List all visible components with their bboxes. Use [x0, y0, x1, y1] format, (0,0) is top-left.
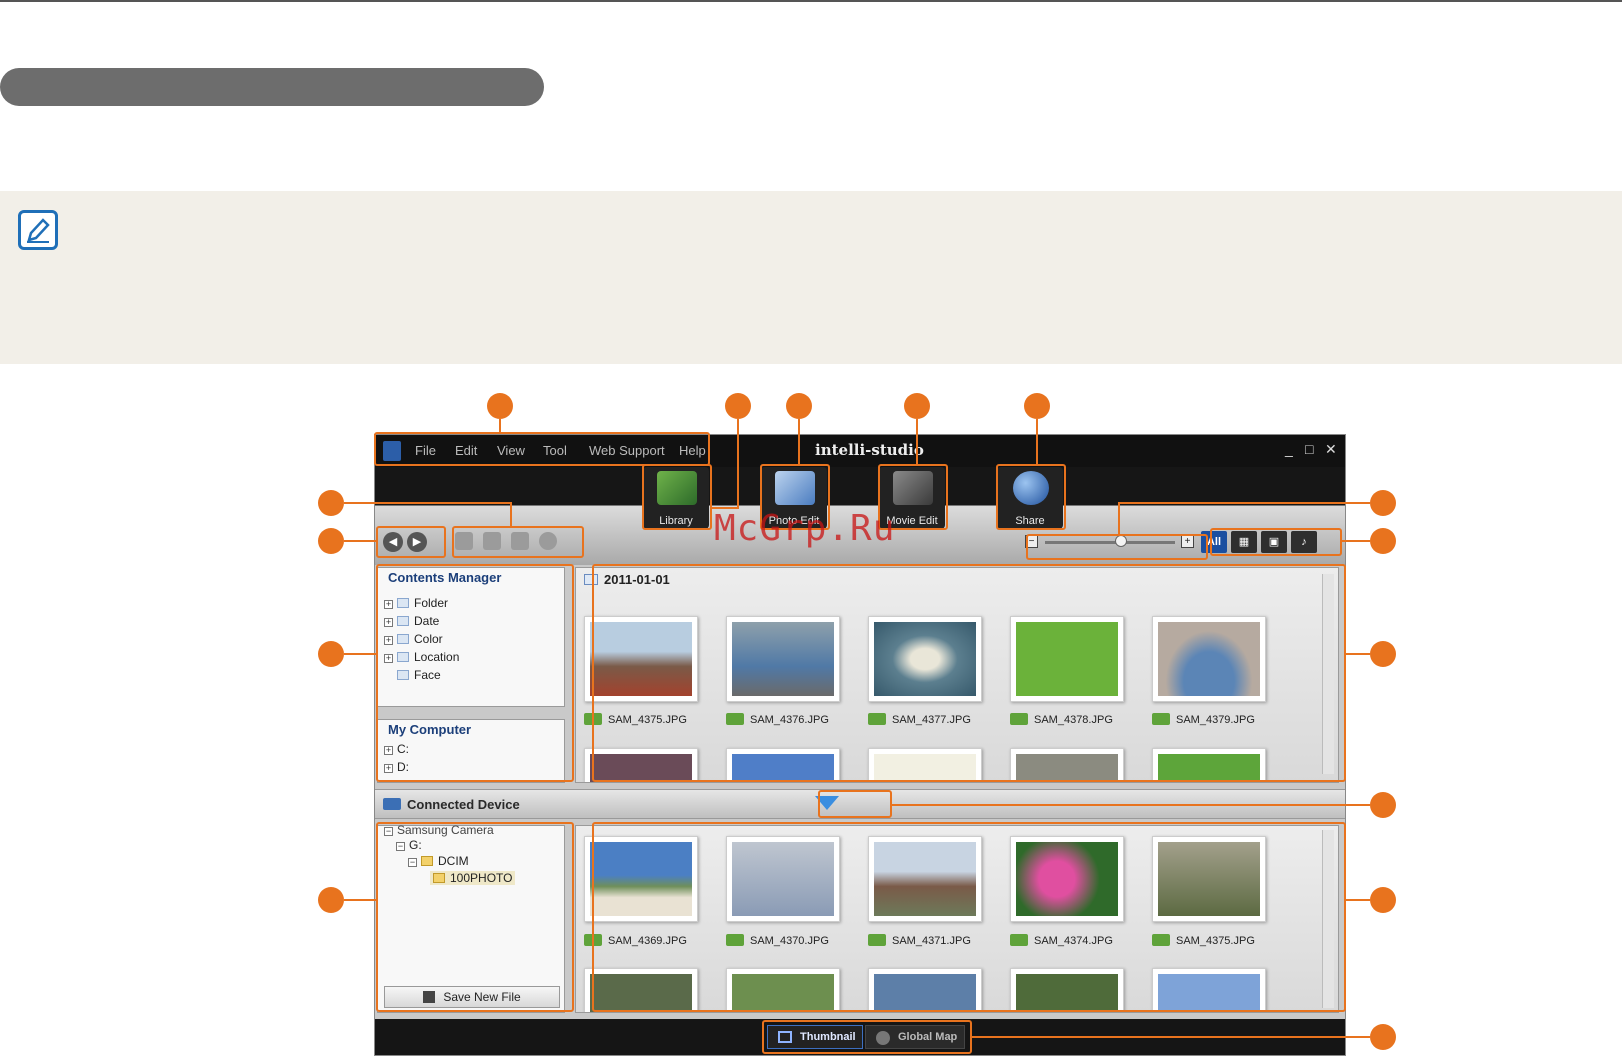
callout-line: [916, 419, 918, 464]
maximize-button[interactable]: □: [1305, 441, 1313, 457]
callout-box-tools: [452, 526, 584, 558]
callout-12: [1370, 641, 1396, 667]
callout-line: [1344, 653, 1370, 655]
callout-7: [318, 528, 344, 554]
callout-line: [510, 502, 512, 526]
callout-11: [1370, 528, 1396, 554]
note-box: [0, 191, 1622, 364]
close-button[interactable]: ✕: [1325, 441, 1337, 458]
callout-1: [487, 393, 513, 419]
callout-box-library: [642, 464, 712, 530]
callout-10: [1370, 490, 1396, 516]
app-title: intelli-studio: [815, 441, 924, 459]
callout-line: [890, 804, 1370, 806]
callout-box-library-gallery: [592, 564, 1346, 782]
callout-6: [318, 490, 344, 516]
callout-box-navigation: [376, 526, 446, 558]
callout-13: [1370, 792, 1396, 818]
callout-2: [725, 393, 751, 419]
callout-box-view-tabs: [762, 1020, 972, 1054]
callout-box-zoom: [1026, 534, 1208, 560]
callout-4: [904, 393, 930, 419]
callout-15: [1370, 1024, 1396, 1050]
callout-line: [344, 540, 376, 542]
note-pencil-icon: [18, 210, 58, 250]
callout-box-collapse: [818, 790, 892, 818]
callout-box-share: [996, 464, 1066, 530]
callout-9: [318, 887, 344, 913]
callout-box-filters: [1210, 528, 1342, 556]
callout-box-device-tree: [376, 822, 574, 1012]
connected-device-title: Connected Device: [407, 797, 520, 812]
minimize-button[interactable]: _: [1285, 441, 1293, 457]
callout-line: [344, 899, 376, 901]
callout-line: [1342, 540, 1370, 542]
callout-line: [1036, 419, 1038, 464]
callout-box-menu: [374, 432, 710, 466]
callout-line: [344, 502, 512, 504]
callout-box-device-gallery: [592, 822, 1346, 1012]
callout-line: [1118, 502, 1120, 536]
callout-box-contents-manager: [376, 564, 574, 782]
callout-line: [1118, 502, 1370, 504]
callout-line: [970, 1036, 1370, 1038]
callout-3: [786, 393, 812, 419]
callout-line: [737, 419, 739, 509]
callout-line: [1344, 899, 1370, 901]
callout-14: [1370, 887, 1396, 913]
device-icon: [383, 798, 401, 810]
section-title-bar: [0, 68, 544, 106]
watermark: McGrp.Ru: [714, 508, 896, 549]
top-rule: [0, 0, 1622, 2]
callout-line: [344, 653, 376, 655]
callout-8: [318, 641, 344, 667]
callout-5: [1024, 393, 1050, 419]
callout-line: [798, 419, 800, 464]
